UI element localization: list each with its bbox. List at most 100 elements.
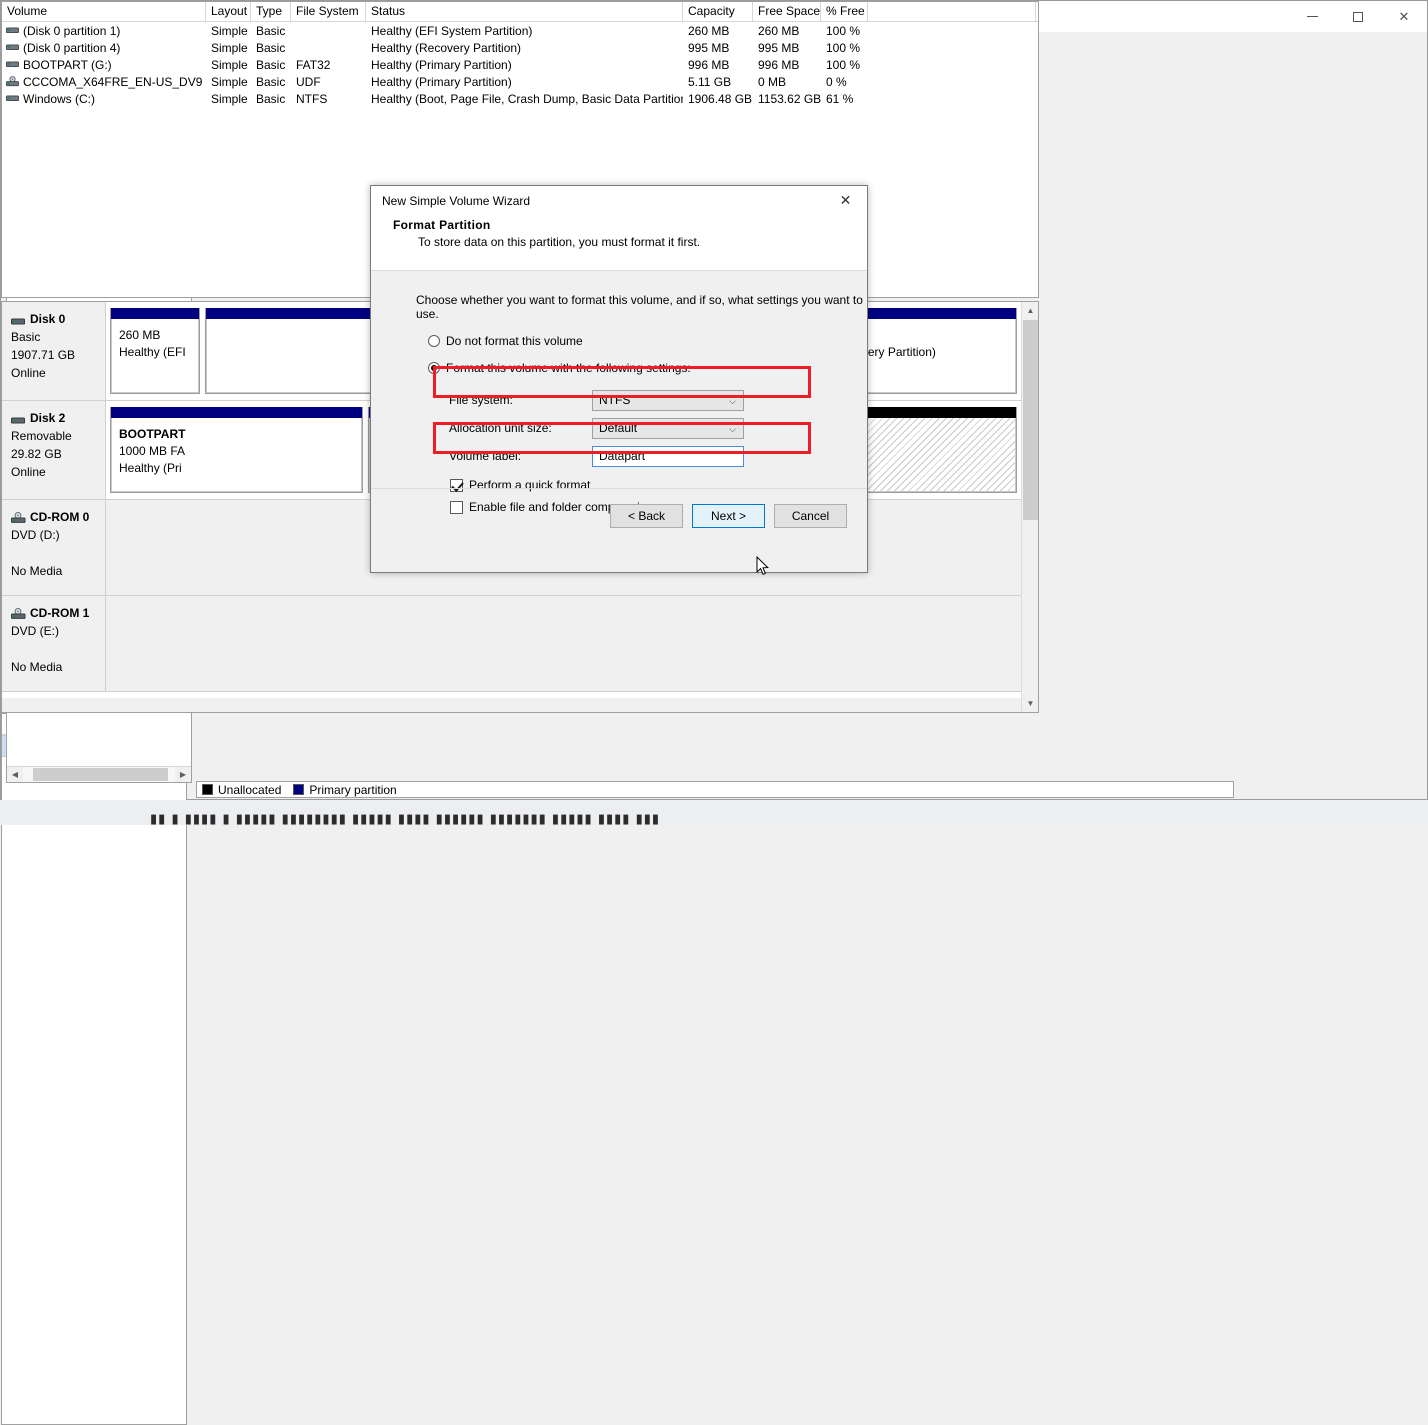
volume-column-header[interactable] <box>868 2 1036 21</box>
volume-cell-free_space: 260 MB <box>758 23 800 38</box>
dialog-title-bar: New Simple Volume Wizard ✕ <box>371 186 867 215</box>
dialog-button-cancel[interactable]: Cancel <box>774 504 847 528</box>
volume-cell-layout: Simple <box>211 23 248 38</box>
checkbox-perform-a-quick-format[interactable]: Perform a quick format <box>371 478 867 492</box>
select-allocation-unit-size[interactable]: Default ⌵ <box>592 417 744 439</box>
close-button[interactable]: ✕ <box>1381 1 1427 32</box>
dialog-buttons[interactable]: < Back Next > Cancel <box>610 504 847 528</box>
window-controls: ✕ <box>1289 1 1427 32</box>
volume-column-header--free[interactable]: % Free <box>821 2 868 21</box>
format-settings-fields[interactable]: File system: NTFS ⌵ Allocation unit size: De… <box>371 386 867 470</box>
tree-hscroll-thumb[interactable] <box>33 768 168 781</box>
volume-cell-capacity: 1906.48 GB <box>688 91 753 106</box>
volume-column-header-volume[interactable]: Volume <box>2 2 206 21</box>
volume-list-rows[interactable]: (Disk 0 partition 1) Simple Basic Healthy (… <box>2 22 1038 107</box>
partition-primary[interactable]: 260 MB Healthy (EFI <box>110 308 201 394</box>
disk-header[interactable]: CD-ROM 1 DVD (E:) No Media <box>2 596 106 691</box>
disk-state: Online <box>11 366 46 380</box>
minimize-button[interactable] <box>1289 1 1335 32</box>
volume-list-header[interactable]: Volume Layout Type File System Status Capacit… <box>2 2 1038 22</box>
volume-cell-capacity: 995 MB <box>688 40 730 55</box>
disk-state: No Media <box>11 660 63 674</box>
dialog-close-button[interactable]: ✕ <box>824 186 867 215</box>
volume-column-header-status[interactable]: Status <box>366 2 683 21</box>
legend-item: Primary partition <box>293 783 397 797</box>
format-option-radio-group[interactable]: Do not format this volume Format this vol… <box>371 334 867 375</box>
input-volume-label[interactable]: Datapart <box>592 445 744 467</box>
taskbar-icons: ▮▮ ▮ ▮▮▮▮ ▮ ▮▮▮▮▮ ▮▮▮▮▮▮▮▮ ▮▮▮▮▮ ▮▮▮▮ ▮▮… <box>150 812 661 825</box>
taskbar[interactable]: ▮▮ ▮ ▮▮▮▮ ▮ ▮▮▮▮▮ ▮▮▮▮▮▮▮▮ ▮▮▮▮▮ ▮▮▮▮ ▮▮… <box>0 800 1428 825</box>
select-value: NTFS <box>599 393 631 407</box>
scroll-right-arrow-icon[interactable]: ▶ <box>175 767 191 782</box>
volume-row[interactable]: Windows (C:) Simple Basic NTFS Healthy (Boot… <box>2 90 1038 107</box>
volume-cell-volume: BOOTPART (G:) <box>2 58 206 72</box>
volume-column-header-layout[interactable]: Layout <box>206 2 251 21</box>
field-label-file-system: File system: <box>449 393 514 407</box>
volume-row[interactable]: (Disk 0 partition 1) Simple Basic Healthy (… <box>2 22 1038 39</box>
disk-header[interactable]: Disk 2 Removable 29.82 GB Online <box>2 401 106 499</box>
new-simple-volume-wizard-dialog: New Simple Volume Wizard ✕ Format Partit… <box>370 185 868 573</box>
volume-row[interactable]: CCCOMA_X64FRE_EN-US_DV9 (H:) Simple Basic U… <box>2 73 1038 90</box>
volume-name: Windows (C:) <box>23 91 96 106</box>
checkbox-box[interactable] <box>450 500 463 514</box>
partition-color-bar <box>111 407 362 418</box>
tree-hscroll-track[interactable] <box>23 767 175 782</box>
volume-icon <box>6 93 19 104</box>
chevron-down-icon[interactable]: ⌵ <box>729 396 736 407</box>
checkbox-label: Perform a quick format <box>469 478 591 492</box>
partition-color-bar <box>111 308 200 319</box>
volume-cell-file_system: FAT32 <box>296 57 331 72</box>
volume-column-header-file-system[interactable]: File System <box>291 2 366 21</box>
disk-row-cd-rom-1[interactable]: CD-ROM 1 DVD (E:) No Media <box>2 596 1021 692</box>
disk-view-vertical-scrollbar[interactable]: ▲ ▼ <box>1021 302 1038 712</box>
legend-swatch <box>202 784 213 795</box>
checkbox-box[interactable] <box>450 478 463 492</box>
volume-cell-layout: Simple <box>211 57 248 72</box>
dialog-button-back[interactable]: < Back <box>610 504 683 528</box>
legend-item: Unallocated <box>202 783 281 797</box>
radio-label: Format this volume with the following se… <box>446 361 691 375</box>
chevron-down-icon[interactable]: ⌵ <box>729 424 736 435</box>
close-icon: ✕ <box>839 192 852 208</box>
scroll-down-arrow-icon[interactable]: ▼ <box>1022 695 1038 712</box>
volume-cell-layout: Simple <box>211 91 248 106</box>
disk-view-horizontal-scrollbar[interactable] <box>2 698 1021 712</box>
volume-row[interactable]: BOOTPART (G:) Simple Basic FAT32 Healthy (Pr… <box>2 56 1038 73</box>
radio-button[interactable] <box>428 335 440 347</box>
volume-icon <box>6 25 19 36</box>
volume-cell-file_system: NTFS <box>296 91 328 106</box>
volume-column-header-free-space[interactable]: Free Space <box>753 2 821 21</box>
disk-view-scroll-thumb[interactable] <box>1023 320 1038 520</box>
volume-column-header-capacity[interactable]: Capacity <box>683 2 753 21</box>
volume-cell-type: Basic <box>256 40 286 55</box>
disk-spacer <box>11 544 105 562</box>
radio-button[interactable] <box>428 362 440 374</box>
disk-name: CD-ROM 1 <box>30 606 90 620</box>
disk-name: Disk 2 <box>30 411 66 425</box>
volume-icon <box>6 42 19 53</box>
dialog-subheading: To store data on this partition, you mus… <box>418 235 701 249</box>
volume-cell-percent_free: 100 % <box>826 57 861 72</box>
partition-size: 1000 MB FA <box>119 444 186 458</box>
disk-header[interactable]: CD-ROM 0 DVD (D:) No Media <box>2 500 106 595</box>
disk-header[interactable]: Disk 0 Basic 1907.71 GB Online <box>2 302 106 400</box>
maximize-button[interactable] <box>1335 1 1381 32</box>
partition-status: Healthy (EFI <box>119 345 186 359</box>
scroll-up-arrow-icon[interactable]: ▲ <box>1022 302 1038 319</box>
dialog-body: Choose whether you want to format this v… <box>371 271 867 545</box>
volume-column-header-type[interactable]: Type <box>251 2 291 21</box>
radio-option-do-not-format[interactable]: Do not format this volume <box>371 334 867 348</box>
partition-primary[interactable]: BOOTPART 1000 MB FA Healthy (Pri <box>110 407 363 493</box>
volume-row[interactable]: (Disk 0 partition 4) Simple Basic Healthy (… <box>2 39 1038 56</box>
volume-cell-status: Healthy (Primary Partition) <box>371 57 512 72</box>
scroll-left-arrow-icon[interactable]: ◀ <box>7 767 23 782</box>
radio-option-format-with-settings[interactable]: Format this volume with the following se… <box>371 361 867 375</box>
field-row-volume-label: Volume label: Datapart <box>371 442 867 470</box>
select-file-system[interactable]: NTFS ⌵ <box>592 389 744 411</box>
disk-state: No Media <box>11 564 63 578</box>
tree-horizontal-scrollbar[interactable]: ◀ ▶ <box>7 766 191 782</box>
volume-cell-volume: CCCOMA_X64FRE_EN-US_DV9 (H:) <box>2 75 206 89</box>
volume-name: CCCOMA_X64FRE_EN-US_DV9 (H:) <box>23 74 206 89</box>
dialog-question: Choose whether you want to format this v… <box>416 293 863 321</box>
dialog-button-next[interactable]: Next > <box>692 504 765 528</box>
